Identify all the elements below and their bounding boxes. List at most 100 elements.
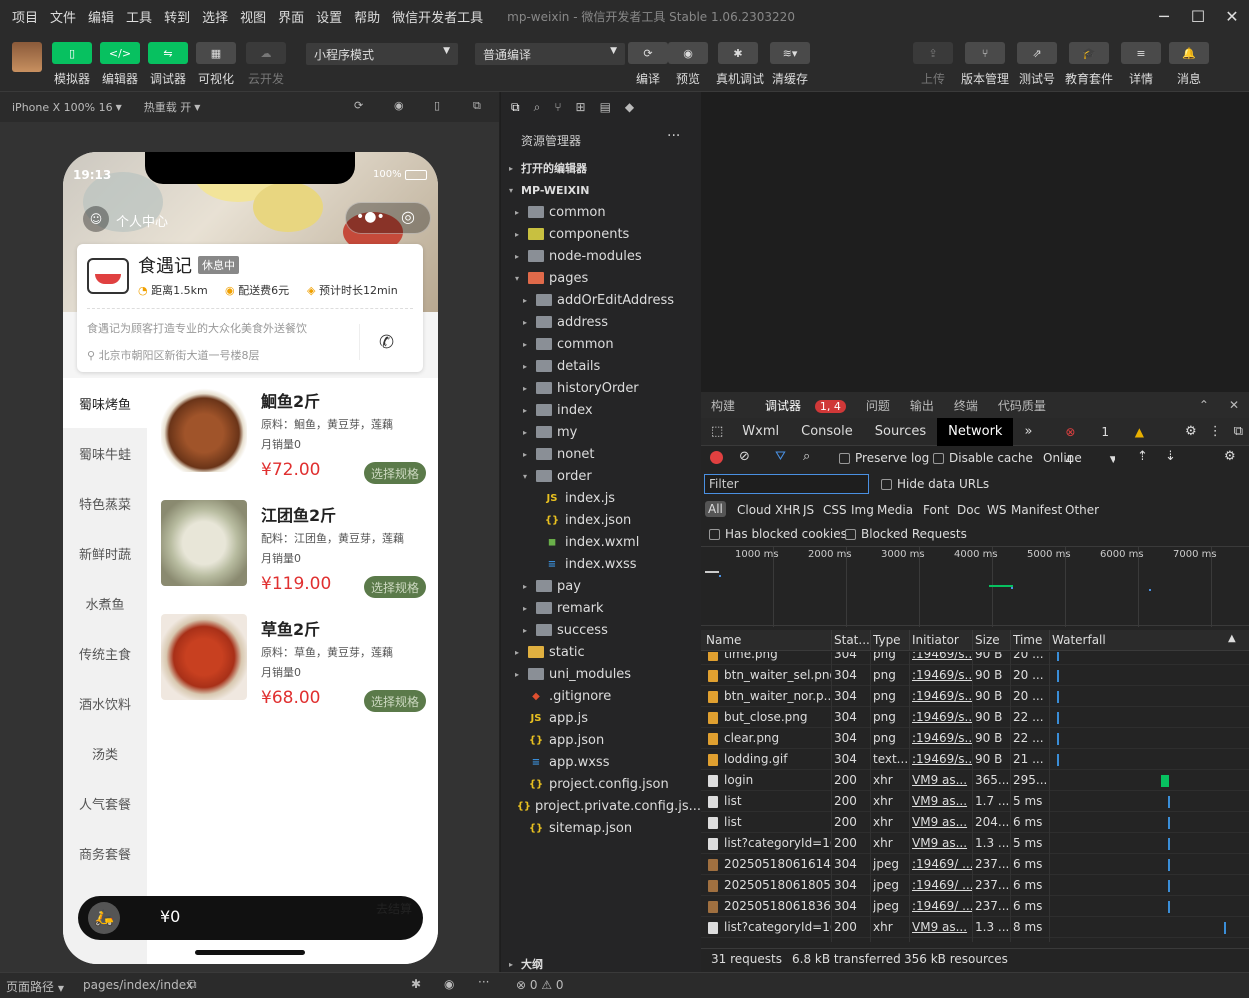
cell-initiator[interactable]: VM9 as... (912, 773, 972, 787)
more-icon[interactable]: ··· (478, 975, 489, 989)
folder-item[interactable]: ▸ details (501, 355, 701, 377)
folder-item[interactable]: ▸ addOrEditAddress (501, 289, 701, 311)
file-item[interactable]: JS app.js (501, 707, 701, 729)
folder-item[interactable]: ▸ remark (501, 597, 701, 619)
panel-console[interactable]: Console (790, 418, 864, 446)
request-row[interactable]: btn_waiter_nor.p... 304 png:19469/s... 90 B… (701, 686, 1249, 707)
tab-problems[interactable]: 问题 (856, 397, 900, 414)
file-item[interactable]: ≡ app.wxss (501, 751, 701, 773)
request-row[interactable]: 20250518061805... 304 jpeg:19469/ ... 237..… (701, 875, 1249, 896)
cell-initiator[interactable]: :19469/s... (912, 731, 972, 745)
type-filter-ws[interactable]: WS (987, 503, 1006, 517)
database-icon[interactable]: ▤ (600, 100, 611, 114)
filter-input[interactable]: Filter (704, 474, 869, 494)
cell-initiator[interactable]: VM9 as... (912, 836, 972, 850)
panel-sources[interactable]: Sources (864, 418, 937, 446)
page-path-select[interactable]: 页面路径 ▼ (6, 978, 64, 995)
column-header[interactable]: Waterfall (1052, 633, 1192, 647)
source-control-icon[interactable]: ⑂ (554, 100, 561, 114)
more-panels-icon[interactable]: » (1013, 418, 1043, 446)
request-row[interactable]: but_close.png 304 png:19469/s... 90 B 22 ... (701, 707, 1249, 728)
cell-initiator[interactable]: :19469/s... (912, 668, 972, 682)
hide-data-urls-checkbox[interactable]: Hide data URLs (881, 477, 989, 491)
chevron-up-icon[interactable]: ⌃ (1189, 398, 1219, 412)
panel-network[interactable]: Network (937, 417, 1014, 446)
folder-item[interactable]: ▸ uni_modules (501, 663, 701, 685)
gear-icon[interactable]: ⚙ (1224, 449, 1236, 464)
type-filter-doc[interactable]: Doc (957, 503, 980, 517)
cart-icon[interactable]: 🛵 (88, 902, 120, 934)
request-row[interactable]: 20250518061614... 304 jpeg:19469/ ... 237..… (701, 854, 1249, 875)
type-filter-media[interactable]: Media (877, 503, 913, 517)
request-row[interactable]: time.png 304 png:19469/s... 90 B 20 ... (701, 652, 1249, 665)
cell-initiator[interactable]: :19469/s... (912, 710, 972, 724)
column-header[interactable]: Type (873, 633, 909, 647)
import-icon[interactable]: ⇡ (1137, 449, 1148, 464)
request-row[interactable]: list 200 xhr VM9 as... 1.7 ... 5 ms (701, 791, 1249, 812)
request-row[interactable]: lodding.gif 304 text...:19469/s... 90 B 21 .… (701, 749, 1249, 770)
file-item[interactable]: ◆ .gitignore (501, 685, 701, 707)
category-item[interactable]: 特色蒸菜 (63, 478, 147, 528)
category-item[interactable]: 新鲜时蔬 (63, 528, 147, 578)
tab-output[interactable]: 输出 (900, 397, 944, 414)
cell-initiator[interactable]: :19469/ ... (912, 878, 972, 892)
column-header[interactable]: Stat... (834, 633, 870, 647)
category-item[interactable]: 人气套餐 (63, 778, 147, 828)
folder-item[interactable]: ▸ common (501, 201, 701, 223)
user-icon[interactable]: ☺ (83, 206, 109, 232)
real-debug-button[interactable]: ✱ (718, 42, 758, 64)
files-icon[interactable]: ⧉ (511, 100, 520, 115)
close-icon[interactable]: ✕ (1219, 398, 1249, 412)
export-icon[interactable]: ⇣ (1165, 449, 1176, 464)
open-editors-header[interactable]: ▸ 打开的编辑器 (501, 157, 701, 179)
type-filter-cloud[interactable]: Cloud (737, 503, 771, 517)
search-icon[interactable]: ⌕ (534, 100, 541, 115)
request-row[interactable]: login 200 xhr VM9 as... 365... 295... (701, 770, 1249, 791)
column-header[interactable]: Time (1013, 633, 1049, 647)
phone-icon[interactable]: ▯ (434, 99, 440, 112)
details-button[interactable]: ≡ (1121, 42, 1161, 64)
menu-view[interactable]: 视图 (234, 7, 272, 26)
type-filter-js[interactable]: JS (803, 503, 814, 517)
device-select[interactable]: iPhone X 100% 16 (12, 101, 113, 114)
project-header[interactable]: ▾ MP-WEIXIN (501, 179, 701, 201)
select-spec-button[interactable]: 选择规格 (364, 576, 426, 598)
clear-icon[interactable]: ⊘ (739, 449, 750, 464)
folder-item[interactable]: ▸ pay (501, 575, 701, 597)
blocked-requests-checkbox[interactable]: Blocked Requests (845, 527, 967, 541)
throttle-select[interactable]: Online ▼ (1043, 451, 1115, 465)
folder-item[interactable]: ▸ node-modules (501, 245, 701, 267)
type-filter-other[interactable]: Other (1065, 503, 1099, 517)
folder-item[interactable]: ▸ success (501, 619, 701, 641)
checkout-button[interactable]: 去结算 (376, 900, 412, 917)
menu-help[interactable]: 帮助 (348, 7, 386, 26)
category-item[interactable]: 传统主食 (63, 628, 147, 678)
file-item[interactable]: ◼ index.wxml (501, 531, 701, 553)
folder-item[interactable]: ▸ components (501, 223, 701, 245)
type-filter-all[interactable]: All (705, 501, 726, 517)
compile-button[interactable]: ⟳ (628, 42, 668, 64)
upload-button[interactable]: ⇪ (913, 42, 953, 64)
type-filter-font[interactable]: Font (923, 503, 949, 517)
menu-file[interactable]: 文件 (44, 7, 82, 26)
rotate-icon[interactable]: ⟳ (354, 99, 363, 112)
folder-item[interactable]: ▸ historyOrder (501, 377, 701, 399)
folder-item[interactable]: ▸ nonet (501, 443, 701, 465)
record-icon[interactable] (710, 451, 723, 464)
minimize-icon[interactable]: ─ (1147, 0, 1181, 32)
editor-button[interactable]: </> (100, 42, 140, 64)
menu-project[interactable]: 项目 (6, 7, 44, 26)
bug-icon[interactable]: ✱ (411, 977, 421, 991)
disable-cache-checkbox[interactable]: Disable cache (933, 451, 1033, 465)
cell-initiator[interactable]: VM9 as... (912, 815, 972, 829)
phone-call-icon[interactable]: ✆ (379, 332, 394, 353)
file-item[interactable]: {} index.json (501, 509, 701, 531)
menu-goto[interactable]: 转到 (158, 7, 196, 26)
cell-initiator[interactable]: :19469/s... (912, 689, 972, 703)
simulator-button[interactable]: ▯ (52, 42, 92, 64)
column-header[interactable]: Initiator (912, 633, 972, 647)
avatar[interactable] (12, 42, 42, 72)
folder-item[interactable]: ▸ my (501, 421, 701, 443)
problems-counter[interactable]: ⊗ 0 ⚠ 0 (516, 978, 564, 992)
clear-cache-button[interactable]: ≋▾ (770, 42, 810, 64)
